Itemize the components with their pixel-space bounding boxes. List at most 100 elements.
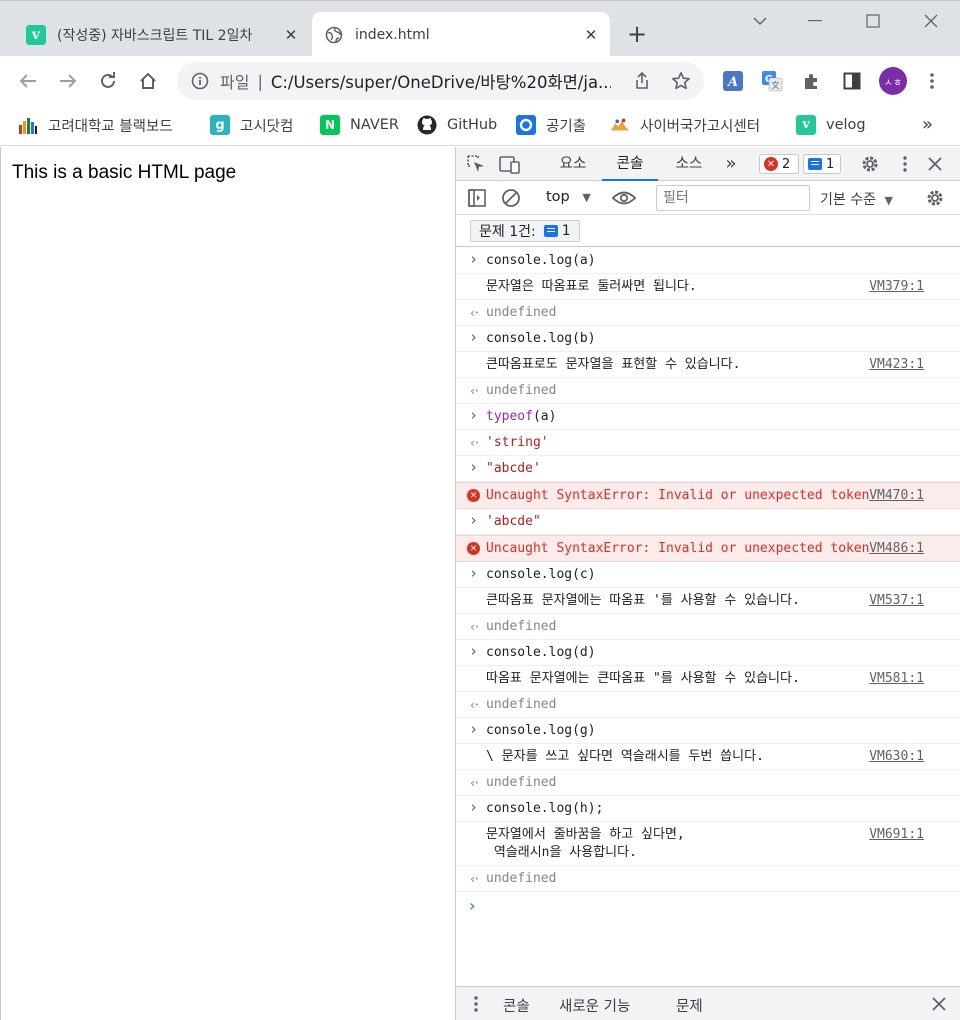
- tab-sources[interactable]: 소스: [664, 147, 714, 181]
- close-icon[interactable]: ✕: [580, 24, 602, 46]
- bookmark-label: 고시닷컴: [240, 118, 294, 135]
- info-icon[interactable]: [191, 72, 209, 90]
- console-input-row: › console.log(g): [456, 718, 960, 744]
- page-viewport: This is a basic HTML page: [0, 147, 455, 1020]
- console-result-row: ‹· undefined: [456, 378, 960, 404]
- forward-icon[interactable]: [53, 66, 83, 96]
- reload-icon[interactable]: [93, 66, 123, 96]
- bookmark-naver[interactable]: N NAVER: [320, 114, 399, 136]
- console-prompt[interactable]: ›: [456, 892, 960, 918]
- address-bar[interactable]: 파일 | C:/Users/super/OneDrive/바탕%20화면/ja.…: [177, 62, 704, 100]
- input-prompt-icon: ›: [469, 328, 479, 346]
- sidebar-toggle-icon[interactable]: [465, 186, 489, 210]
- drawer-tab-console[interactable]: 콘솔: [503, 995, 530, 1016]
- source-link[interactable]: VM470:1: [869, 487, 924, 505]
- issue-icon: [543, 225, 558, 237]
- error-icon: ✕: [764, 157, 778, 171]
- tab-search-icon[interactable]: [740, 5, 780, 37]
- console-filter-input[interactable]: [656, 185, 810, 211]
- bookmark-label: 공기출: [546, 118, 587, 135]
- bookmark-star-icon[interactable]: [671, 71, 691, 95]
- tab-index-html[interactable]: index.html ✕: [312, 12, 610, 57]
- devtools-drawer: 콘솔 새로운 기능 문제: [456, 986, 960, 1020]
- source-link[interactable]: VM486:1: [869, 540, 924, 558]
- close-icon[interactable]: ✕: [280, 24, 302, 46]
- new-tab-button[interactable]: +: [622, 19, 652, 49]
- source-link[interactable]: VM379:1: [869, 278, 924, 296]
- bookmark-github[interactable]: GitHub: [417, 114, 497, 136]
- profile-avatar[interactable]: ㅅㅎ: [879, 67, 907, 95]
- window-close-icon[interactable]: [911, 5, 951, 37]
- return-value-icon: ‹·: [469, 384, 480, 398]
- tab-title: (작성중) 자바스크립트 TIL 2일차: [57, 27, 253, 44]
- drawer-menu-icon[interactable]: [464, 992, 488, 1016]
- error-icon: ✕: [467, 542, 480, 555]
- console-log: › console.log(a) 문자열은 따옴표로 둘러싸면 됩니다. VM379:…: [456, 248, 960, 918]
- gonggi-icon: [516, 115, 536, 135]
- share-icon[interactable]: [633, 71, 651, 94]
- globe-icon: [324, 25, 344, 45]
- back-icon[interactable]: [13, 66, 43, 96]
- bookmark-label: velog: [826, 117, 866, 133]
- bookmark-blackboard[interactable]: 고려대학교 블랙보드: [18, 114, 173, 136]
- console-input-row: › console.log(h);: [456, 796, 960, 822]
- console-input-row: › typeof(a): [456, 404, 960, 430]
- source-link[interactable]: VM581:1: [869, 670, 924, 688]
- drawer-close-icon[interactable]: [927, 992, 951, 1016]
- error-count: 2: [782, 156, 791, 172]
- devtools-close-icon[interactable]: [923, 152, 947, 176]
- url-text[interactable]: C:/Users/super/OneDrive/바탕%20화면/ja...: [271, 69, 611, 93]
- cyber-icon: [610, 115, 630, 135]
- error-count-badge[interactable]: ✕ 2: [759, 154, 799, 174]
- clear-console-icon[interactable]: [499, 186, 523, 210]
- return-value-icon: ‹·: [469, 306, 480, 320]
- issue-count-badge[interactable]: 1: [803, 154, 841, 174]
- tab-console[interactable]: 콘솔: [602, 147, 658, 181]
- home-icon[interactable]: [133, 66, 163, 96]
- extensions-puzzle-icon[interactable]: [797, 66, 827, 96]
- console-log-row: 큰따옴표 문자열에는 따옴표 '를 사용할 수 있습니다. VM537:1: [456, 588, 960, 614]
- bookmarks-overflow-button[interactable]: »: [922, 114, 933, 135]
- tab-velog[interactable]: v (작성중) 자바스크립트 TIL 2일차 ✕: [14, 12, 310, 57]
- bookmark-label: 사이버국가고시센터: [640, 118, 761, 135]
- minimize-icon[interactable]: [795, 5, 835, 37]
- input-prompt-icon: ›: [469, 642, 479, 660]
- devtools-tab-bar: 요소 콘솔 소스 » ✕ 2 1: [456, 147, 960, 181]
- chrome-menu-icon[interactable]: [917, 66, 947, 96]
- maximize-icon[interactable]: [853, 5, 893, 37]
- source-link[interactable]: VM423:1: [869, 356, 924, 374]
- console-log-row: 문자열은 따옴표로 둘러싸면 됩니다. VM379:1: [456, 274, 960, 300]
- bookmark-gosi[interactable]: g 고시닷컴: [210, 114, 293, 136]
- input-prompt-icon: ›: [469, 720, 479, 738]
- settings-gear-icon[interactable]: [858, 152, 882, 176]
- console-input-row: ›'abcde": [456, 509, 960, 535]
- source-link[interactable]: VM630:1: [869, 748, 924, 766]
- issues-button[interactable]: 문제 1건: 1: [470, 220, 580, 242]
- source-link[interactable]: VM537:1: [869, 592, 924, 610]
- bookmark-gonggi[interactable]: 공기출: [516, 114, 586, 136]
- drawer-tab-whats-new[interactable]: 새로운 기능: [559, 995, 630, 1016]
- return-value-icon: ‹·: [469, 872, 480, 886]
- bookmark-label: 고려대학교 블랙보드: [48, 118, 173, 135]
- devtools-menu-icon[interactable]: [893, 152, 917, 176]
- context-selector[interactable]: top ▼: [546, 189, 591, 205]
- console-input-row: › console.log(b): [456, 326, 960, 352]
- source-link[interactable]: VM691:1: [869, 826, 924, 844]
- bookmark-cyber[interactable]: 사이버국가고시센터: [610, 114, 760, 136]
- blackboard-icon: [18, 115, 38, 135]
- inspect-element-icon[interactable]: [464, 152, 488, 176]
- tab-strip: v (작성중) 자바스크립트 TIL 2일차 ✕ index.html ✕ +: [0, 0, 960, 57]
- device-toolbar-icon[interactable]: [498, 152, 522, 176]
- translate-icon[interactable]: G文: [757, 66, 787, 96]
- bookmark-velog[interactable]: v velog: [796, 114, 866, 136]
- extension-font-icon[interactable]: A: [718, 66, 748, 96]
- log-level-selector[interactable]: 기본 수준 ▼: [820, 189, 893, 209]
- return-value-icon: ‹·: [469, 776, 480, 790]
- console-settings-gear-icon[interactable]: [923, 186, 947, 210]
- drawer-tab-issues[interactable]: 문제: [676, 995, 703, 1016]
- tab-elements[interactable]: 요소: [548, 147, 598, 181]
- error-icon: ✕: [467, 489, 480, 502]
- more-tabs-button[interactable]: »: [718, 147, 744, 181]
- live-expression-eye-icon[interactable]: [612, 186, 636, 210]
- side-panel-icon[interactable]: [837, 66, 867, 96]
